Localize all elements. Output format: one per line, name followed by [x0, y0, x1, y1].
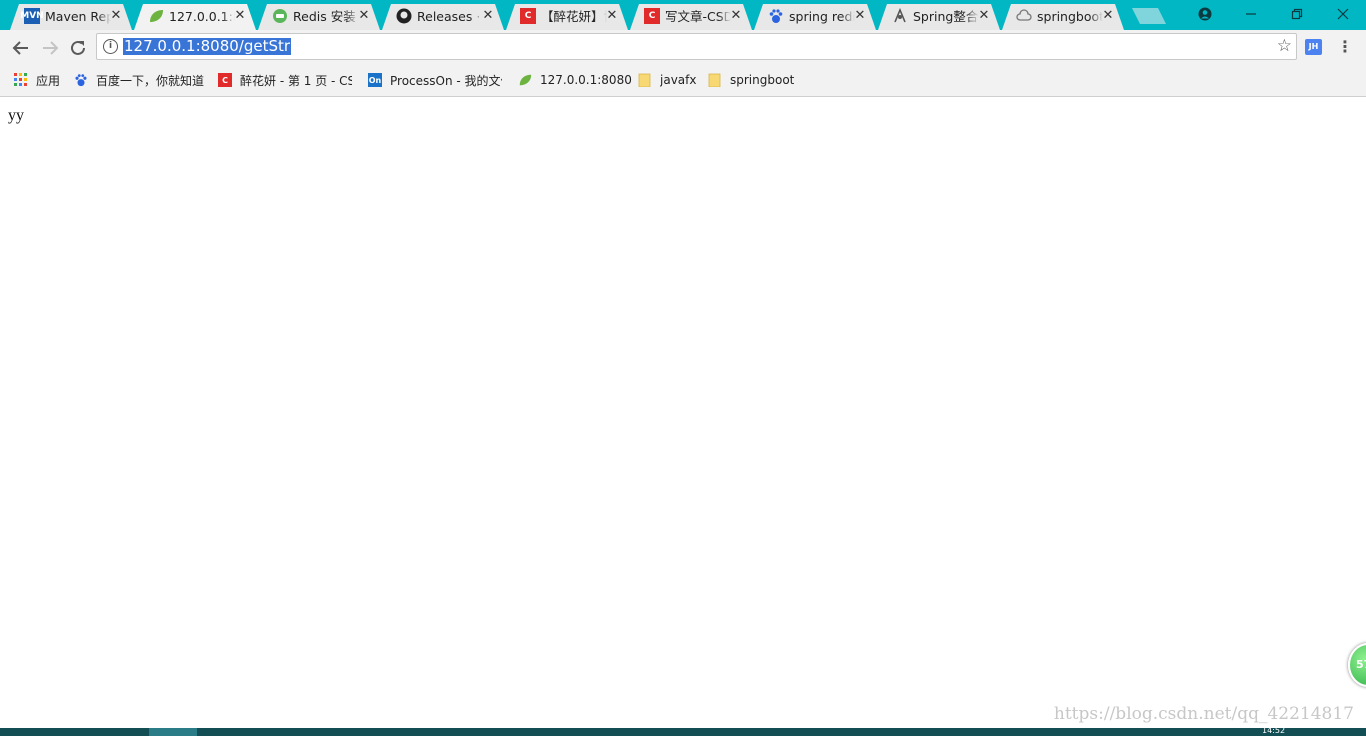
- close-icon[interactable]: ✕: [852, 8, 868, 24]
- spring-doc-icon: [892, 8, 908, 24]
- forward-button[interactable]: [37, 35, 63, 61]
- tab-title: Redis 安装: [293, 9, 356, 24]
- csdn-icon: C: [520, 8, 536, 24]
- bookmark-label: 百度一下，你就知道: [96, 73, 205, 88]
- tab-title: springboot: [1037, 9, 1103, 24]
- bookmark-star-icon[interactable]: ☆: [1277, 36, 1292, 56]
- bookmark-folder-javafx[interactable]: javafx: [638, 71, 696, 89]
- tab-title: 写文章-CSDN博客: [665, 9, 731, 24]
- bookmark-apps[interactable]: 应用: [14, 71, 60, 89]
- spring-leaf-icon: [518, 73, 532, 87]
- bookmarks-bar: 应用 百度一下，你就知道 C 醉花妍 - 第 1 页 - CSDN On Pro…: [0, 65, 1366, 97]
- processon-icon: On: [368, 73, 382, 87]
- taskbar-active-app[interactable]: [149, 728, 197, 736]
- float-ball-text: 57: [1356, 658, 1366, 671]
- maven-icon: MVN: [20, 8, 44, 24]
- tab-csdn-blog[interactable]: C 【醉花妍】博客 ✕: [506, 4, 628, 30]
- tab-github-releases[interactable]: Releases · MSOpenTech ✕: [382, 4, 504, 30]
- close-icon[interactable]: ✕: [728, 8, 744, 24]
- close-icon[interactable]: ✕: [108, 8, 124, 24]
- new-tab-button[interactable]: [1132, 8, 1166, 24]
- tab-spring-redis[interactable]: Spring整合redis ✕: [878, 4, 1000, 30]
- extension-icon[interactable]: JH: [1305, 39, 1322, 55]
- float-ball-widget[interactable]: 57: [1348, 643, 1366, 687]
- close-icon[interactable]: ✕: [976, 8, 992, 24]
- tab-title: spring redis: [789, 9, 855, 24]
- cloud-icon: [1016, 8, 1032, 24]
- github-icon: [396, 8, 412, 24]
- tab-maven-repository[interactable]: MVN Maven Repository ✕: [10, 4, 132, 30]
- csdn-icon: C: [218, 73, 232, 87]
- apps-grid-icon: [14, 73, 28, 87]
- page-content: yy 57 https://blog.csdn.net/qq_42214817: [0, 97, 1366, 728]
- tab-title: 【醉花妍】博客: [541, 9, 607, 24]
- watermark: https://blog.csdn.net/qq_42214817: [1053, 704, 1354, 724]
- folder-icon: [708, 73, 722, 87]
- tab-title: 127.0.0.1:8080: [169, 9, 235, 24]
- menu-icon[interactable]: ⋮: [1337, 36, 1353, 58]
- bookmark-csdn[interactable]: C 醉花妍 - 第 1 页 - CSDN: [218, 71, 352, 89]
- site-info-icon[interactable]: i: [103, 39, 118, 54]
- baidu-paw-icon: [768, 8, 784, 24]
- tab-redis-install[interactable]: Redis 安装 ✕: [258, 4, 380, 30]
- bookmark-label: springboot: [730, 73, 795, 87]
- response-text: yy: [8, 107, 24, 124]
- folder-icon: [638, 73, 652, 87]
- address-bar[interactable]: i 127.0.0.1:8080/getStr ☆: [96, 33, 1297, 60]
- bookmark-baidu[interactable]: 百度一下，你就知道: [74, 71, 204, 89]
- tab-title: Releases · MSOpenTech: [417, 9, 483, 24]
- back-button[interactable]: [8, 35, 34, 61]
- bookmark-localhost[interactable]: 127.0.0.1:8080: [518, 71, 632, 89]
- spring-leaf-icon: [148, 8, 164, 24]
- tab-strip: MVN Maven Repository ✕ 127.0.0.1:8080 ✕ …: [0, 0, 1366, 30]
- taskbar: 14:52: [0, 726, 1366, 736]
- baidu-paw-icon: [74, 73, 88, 87]
- reload-button[interactable]: [65, 35, 91, 61]
- url-text[interactable]: 127.0.0.1:8080/getStr: [123, 38, 292, 55]
- tab-baidu-search[interactable]: spring redis ✕: [754, 4, 876, 30]
- close-icon[interactable]: ✕: [232, 8, 248, 24]
- bookmark-label: 应用: [36, 73, 61, 88]
- tab-csdn-write[interactable]: C 写文章-CSDN博客 ✕: [630, 4, 752, 30]
- minimize-button[interactable]: [1228, 0, 1274, 30]
- tab-title: Spring整合redis: [913, 9, 979, 24]
- csdn-icon: C: [644, 8, 660, 24]
- restore-button[interactable]: [1274, 0, 1320, 30]
- tab-localhost[interactable]: 127.0.0.1:8080 ✕: [134, 4, 256, 30]
- taskbar-clock: 14:52: [1262, 726, 1286, 735]
- bookmark-folder-springboot[interactable]: springboot: [708, 71, 794, 89]
- profile-icon[interactable]: [1182, 0, 1228, 30]
- bookmark-label: javafx: [660, 73, 697, 87]
- tab-springboot[interactable]: springboot ✕: [1002, 4, 1124, 30]
- bookmark-label: 醉花妍 - 第 1 页 - CSDN: [240, 73, 352, 88]
- close-icon[interactable]: ✕: [480, 8, 496, 24]
- bookmark-label: ProcessOn - 我的文件: [390, 73, 502, 88]
- browser-toolbar: i 127.0.0.1:8080/getStr ☆ JH ⋮: [0, 30, 1366, 65]
- window-close-button[interactable]: [1320, 0, 1366, 30]
- close-icon[interactable]: ✕: [1100, 8, 1116, 24]
- redis-icon: [272, 8, 288, 24]
- bookmark-processon[interactable]: On ProcessOn - 我的文件: [368, 71, 502, 89]
- close-icon[interactable]: ✕: [604, 8, 620, 24]
- bookmark-label: 127.0.0.1:8080: [540, 73, 632, 87]
- tab-title: Maven Repository: [45, 9, 111, 24]
- close-icon[interactable]: ✕: [356, 8, 372, 24]
